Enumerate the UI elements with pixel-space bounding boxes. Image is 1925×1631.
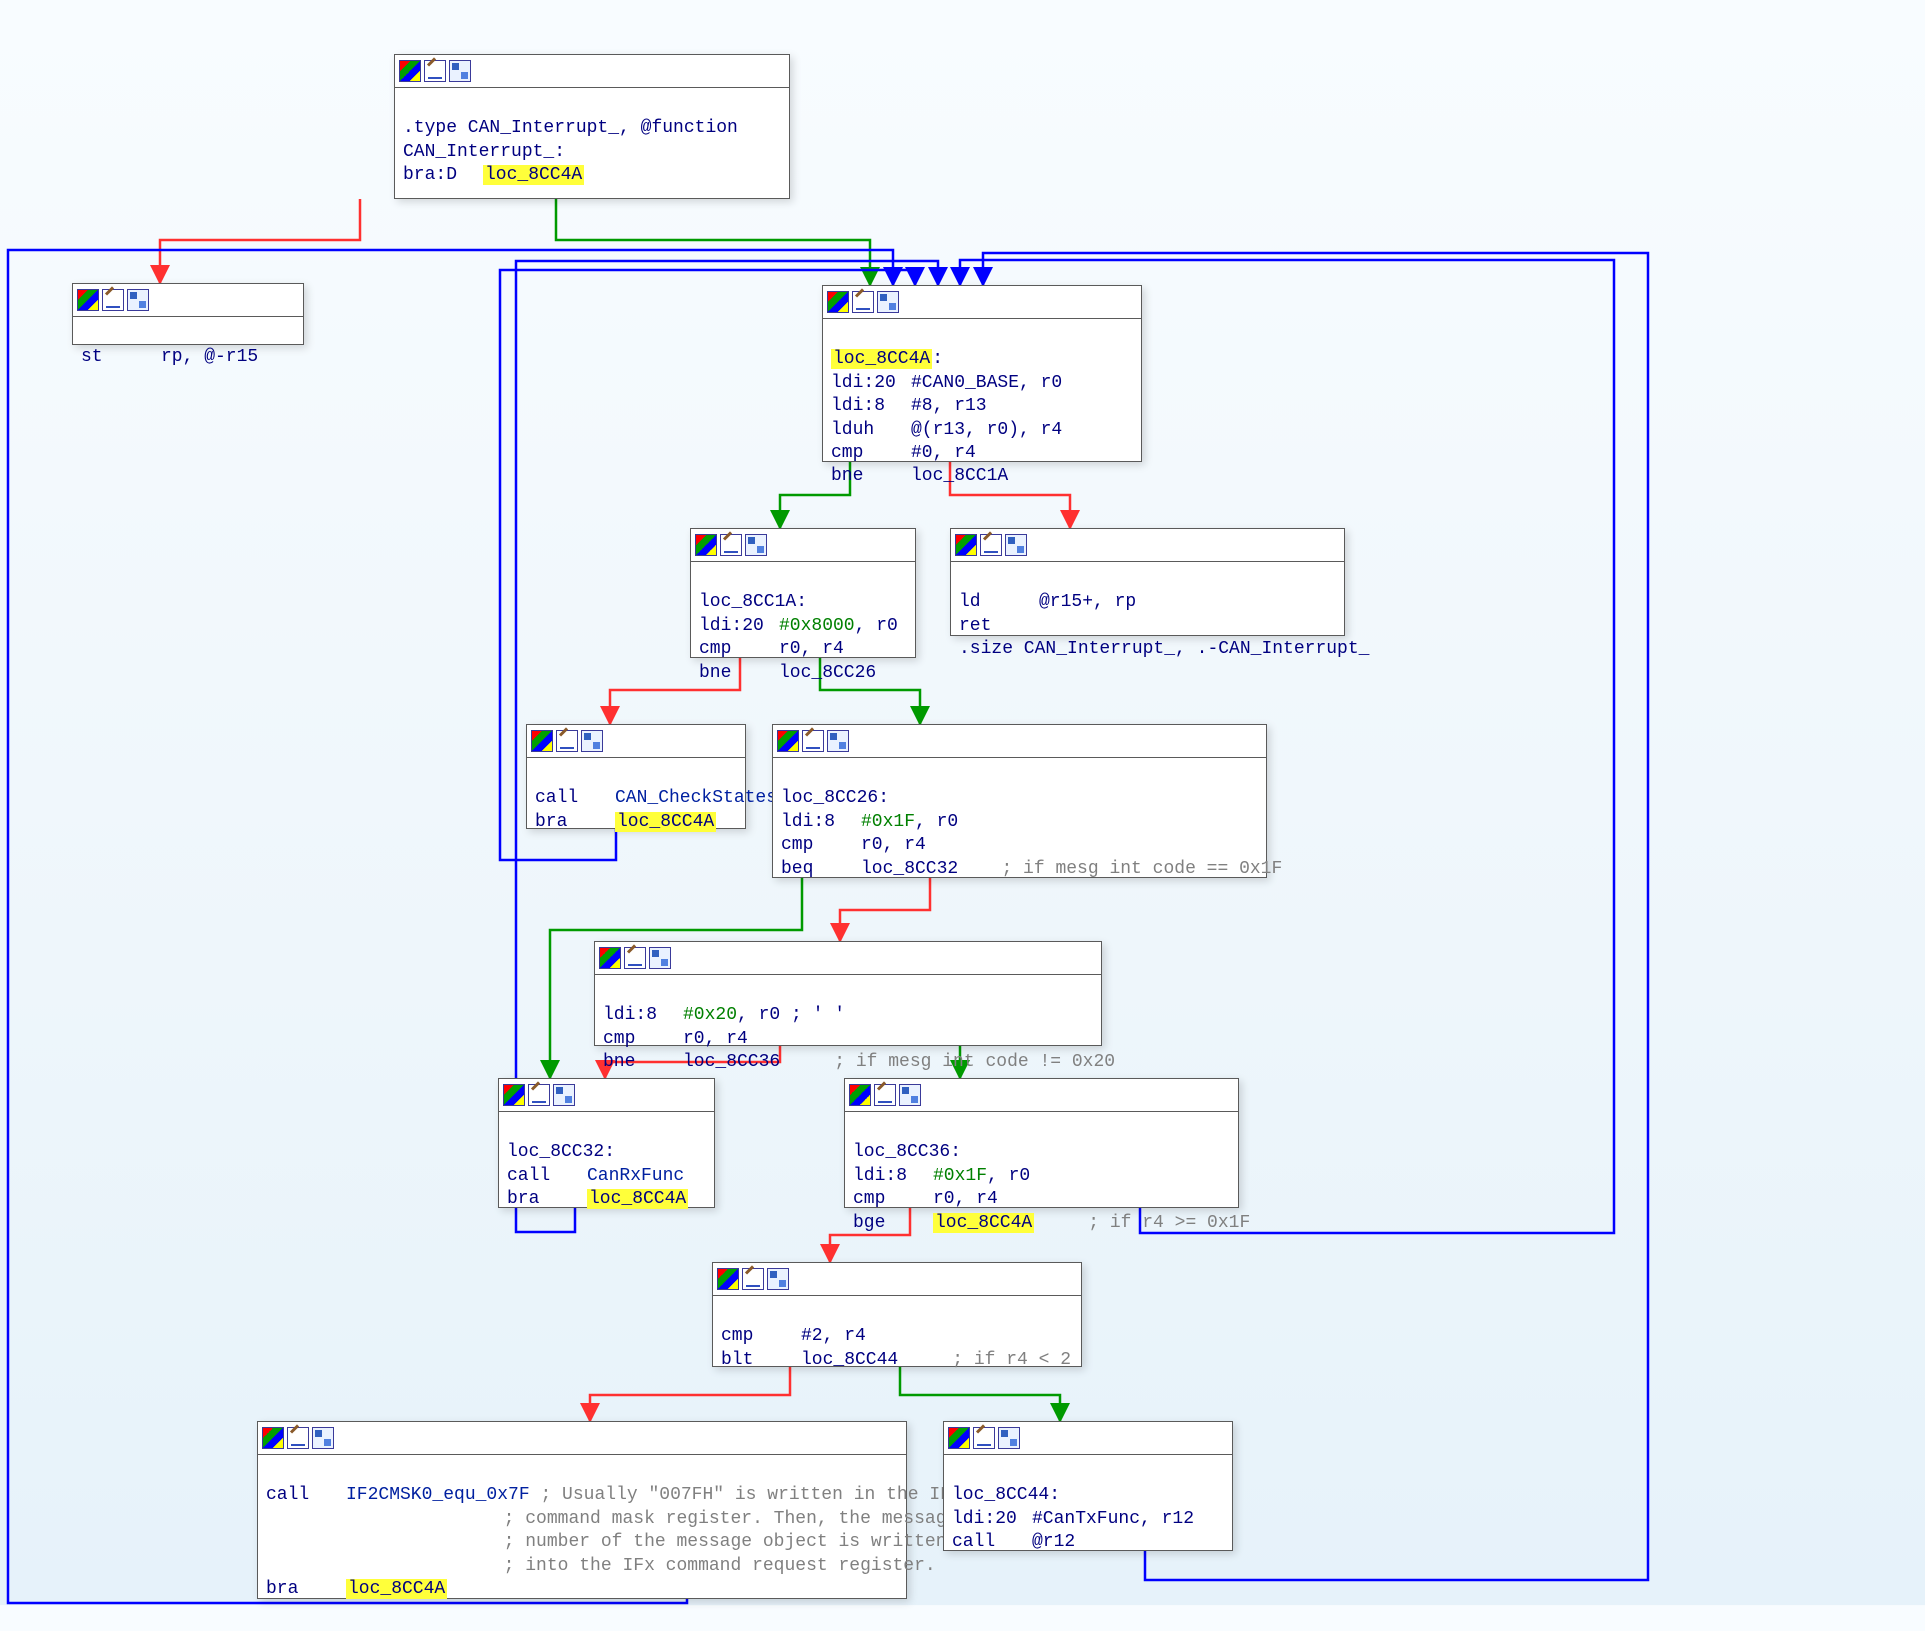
edit-icon[interactable] bbox=[802, 730, 824, 752]
node-toolbar bbox=[845, 1079, 1238, 1112]
node-body: cmp#2, r4 bltloc_8CC44 ; if r4 < 2 bbox=[713, 1296, 1081, 1402]
node-body: loc_8CC4A: ldi:20#CAN0_BASE, r0 ldi:8#8,… bbox=[823, 319, 1141, 518]
edit-icon[interactable] bbox=[742, 1268, 764, 1290]
edit-icon[interactable] bbox=[852, 291, 874, 313]
palette-icon[interactable] bbox=[955, 534, 977, 556]
tags-icon[interactable] bbox=[649, 947, 671, 969]
node-toolbar bbox=[73, 284, 303, 317]
edit-icon[interactable] bbox=[556, 730, 578, 752]
palette-icon[interactable] bbox=[262, 1427, 284, 1449]
graph-node-if2cmsk0[interactable]: callIF2CMSK0_equ_0x7F ; Usually "007FH" … bbox=[257, 1421, 907, 1599]
palette-icon[interactable] bbox=[695, 534, 717, 556]
edit-icon[interactable] bbox=[874, 1084, 896, 1106]
edit-icon[interactable] bbox=[528, 1084, 550, 1106]
tags-icon[interactable] bbox=[449, 60, 471, 82]
tags-icon[interactable] bbox=[1005, 534, 1027, 556]
node-body: loc_8CC1A: ldi:20#0x8000, r0 cmpr0, r4 b… bbox=[691, 562, 915, 714]
node-toolbar bbox=[395, 55, 789, 88]
node-body: callIF2CMSK0_equ_0x7F ; Usually "007FH" … bbox=[258, 1455, 906, 1631]
node-toolbar bbox=[944, 1422, 1232, 1455]
graph-node-ret[interactable]: ld@r15+, rp ret .size CAN_Interrupt_, .-… bbox=[950, 528, 1345, 636]
node-body: callCAN_CheckStates braloc_8CC4A bbox=[527, 758, 745, 864]
edit-icon[interactable] bbox=[973, 1427, 995, 1449]
graph-node-root[interactable]: .type CAN_Interrupt_, @function CAN_Inte… bbox=[394, 54, 790, 199]
node-body: loc_8CC26: ldi:8#0x1F, r0 cmpr0, r4 beql… bbox=[773, 758, 1266, 910]
palette-icon[interactable] bbox=[827, 291, 849, 313]
graph-node-loc_8CC32[interactable]: loc_8CC32: callCanRxFunc braloc_8CC4A bbox=[498, 1078, 715, 1208]
palette-icon[interactable] bbox=[399, 60, 421, 82]
edit-icon[interactable] bbox=[287, 1427, 309, 1449]
palette-icon[interactable] bbox=[77, 289, 99, 311]
tags-icon[interactable] bbox=[998, 1427, 1020, 1449]
graph-node-loc_8CC44[interactable]: loc_8CC44: ldi:20#CanTxFunc, r12 call@r1… bbox=[943, 1421, 1233, 1551]
node-body: loc_8CC44: ldi:20#CanTxFunc, r12 call@r1… bbox=[944, 1455, 1232, 1584]
tags-icon[interactable] bbox=[877, 291, 899, 313]
tags-icon[interactable] bbox=[553, 1084, 575, 1106]
node-body: loc_8CC36: ldi:8#0x1F, r0 cmpr0, r4 bgel… bbox=[845, 1112, 1238, 1264]
edge bbox=[160, 199, 360, 283]
edit-icon[interactable] bbox=[624, 947, 646, 969]
node-toolbar bbox=[258, 1422, 906, 1455]
edit-icon[interactable] bbox=[102, 289, 124, 311]
tags-icon[interactable] bbox=[767, 1268, 789, 1290]
node-toolbar bbox=[499, 1079, 714, 1112]
palette-icon[interactable] bbox=[503, 1084, 525, 1106]
node-toolbar bbox=[713, 1263, 1081, 1296]
edit-icon[interactable] bbox=[720, 534, 742, 556]
node-toolbar bbox=[691, 529, 915, 562]
node-body: strp, @-r15 bbox=[73, 317, 303, 399]
node-toolbar bbox=[527, 725, 745, 758]
graph-node-loc_8CC4A[interactable]: loc_8CC4A: ldi:20#CAN0_BASE, r0 ldi:8#8,… bbox=[822, 285, 1142, 462]
tags-icon[interactable] bbox=[827, 730, 849, 752]
palette-icon[interactable] bbox=[849, 1084, 871, 1106]
graph-node-st[interactable]: strp, @-r15 bbox=[72, 283, 304, 345]
palette-icon[interactable] bbox=[948, 1427, 970, 1449]
node-body: ld@r15+, rp ret .size CAN_Interrupt_, .-… bbox=[951, 562, 1344, 691]
palette-icon[interactable] bbox=[599, 947, 621, 969]
tags-icon[interactable] bbox=[127, 289, 149, 311]
edit-icon[interactable] bbox=[424, 60, 446, 82]
palette-icon[interactable] bbox=[777, 730, 799, 752]
graph-node-cmp2[interactable]: cmp#2, r4 bltloc_8CC44 ; if r4 < 2 bbox=[712, 1262, 1082, 1367]
node-body: .type CAN_Interrupt_, @function CAN_Inte… bbox=[395, 88, 789, 217]
palette-icon[interactable] bbox=[717, 1268, 739, 1290]
tags-icon[interactable] bbox=[581, 730, 603, 752]
graph-node-loc_8CC1A[interactable]: loc_8CC1A: ldi:20#0x8000, r0 cmpr0, r4 b… bbox=[690, 528, 916, 658]
tags-icon[interactable] bbox=[312, 1427, 334, 1449]
graph-node-loc_8CC26[interactable]: loc_8CC26: ldi:8#0x1F, r0 cmpr0, r4 beql… bbox=[772, 724, 1267, 878]
graph-node-cmp20[interactable]: ldi:8#0x20, r0 ; ' ' cmpr0, r4 bneloc_8C… bbox=[594, 941, 1102, 1046]
graph-node-checkstates[interactable]: callCAN_CheckStates braloc_8CC4A bbox=[526, 724, 746, 829]
node-toolbar bbox=[773, 725, 1266, 758]
node-toolbar bbox=[595, 942, 1101, 975]
graph-node-loc_8CC36[interactable]: loc_8CC36: ldi:8#0x1F, r0 cmpr0, r4 bgel… bbox=[844, 1078, 1239, 1208]
node-toolbar bbox=[823, 286, 1141, 319]
palette-icon[interactable] bbox=[531, 730, 553, 752]
edit-icon[interactable] bbox=[980, 534, 1002, 556]
tags-icon[interactable] bbox=[899, 1084, 921, 1106]
node-body: loc_8CC32: callCanRxFunc braloc_8CC4A bbox=[499, 1112, 714, 1241]
tags-icon[interactable] bbox=[745, 534, 767, 556]
node-toolbar bbox=[951, 529, 1344, 562]
